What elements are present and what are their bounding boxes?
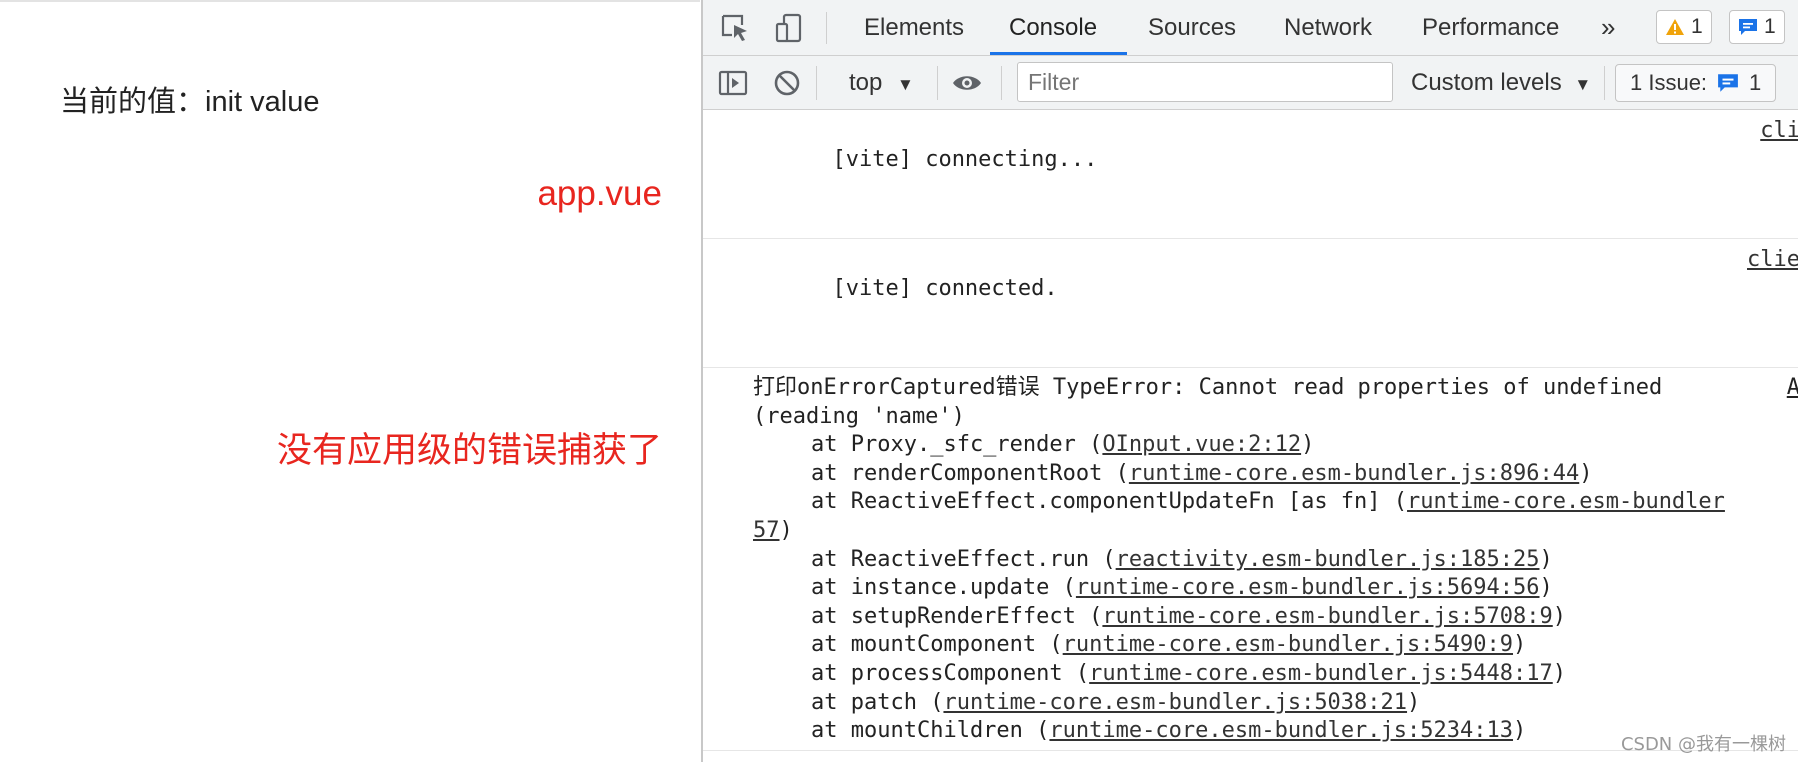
annotation-app-vue: app.vue bbox=[537, 174, 662, 213]
toolbar-divider bbox=[1604, 66, 1605, 100]
warning-icon bbox=[1666, 19, 1684, 35]
console-message-text: [vite] connected. bbox=[832, 276, 1058, 301]
context-selector[interactable]: top ▼ bbox=[849, 63, 914, 103]
stack-frame: at setupRenderEffect (runtime-core.esm-b… bbox=[811, 603, 1566, 629]
stack-frame: at ReactiveEffect.run (reactivity.esm-bu… bbox=[811, 546, 1553, 572]
log-levels-label: Custom levels bbox=[1411, 69, 1562, 96]
stack-frame: at renderComponentRoot (runtime-core.esm… bbox=[811, 460, 1593, 486]
live-expression-eye-icon[interactable] bbox=[949, 65, 985, 101]
tab-elements[interactable]: Elements bbox=[858, 0, 970, 55]
filter-input[interactable] bbox=[1017, 62, 1393, 102]
stack-frame-link[interactable]: runtime-core.esm-bundler.js:5490:9 bbox=[1063, 632, 1513, 657]
warnings-badge[interactable]: 1 bbox=[1656, 10, 1712, 44]
stack-frame-link[interactable]: runtime-core.esm-bundler.js:5708:9 bbox=[1102, 604, 1552, 629]
toolbar-divider bbox=[816, 66, 817, 100]
messages-count: 1 bbox=[1764, 15, 1776, 38]
console-message-source-link[interactable]: cli bbox=[1760, 116, 1798, 145]
error-source-link[interactable]: A bbox=[1787, 374, 1798, 403]
messages-badge[interactable]: 1 bbox=[1729, 10, 1785, 44]
annotation-no-app-handler: 没有应用级的错误捕获了 bbox=[276, 431, 662, 470]
console-error-message: A 打印onErrorCaptured错误 TypeError: Cannot … bbox=[703, 368, 1798, 751]
console-message-source-link[interactable]: clie bbox=[1747, 245, 1798, 274]
console-message: [vite] connected. clie bbox=[703, 239, 1798, 368]
clear-console-icon[interactable] bbox=[769, 65, 805, 101]
tab-network[interactable]: Network bbox=[1278, 0, 1378, 55]
issues-label: 1 Issue: bbox=[1630, 70, 1708, 95]
inspect-element-icon[interactable] bbox=[717, 10, 753, 46]
stack-frame: at instance.update (runtime-core.esm-bun… bbox=[811, 575, 1553, 601]
stack-frame-wrap: 57) bbox=[753, 517, 793, 543]
page-viewport: 当前的值：init value app.vue 没有应用级的错误捕获了 bbox=[0, 0, 700, 762]
error-message-line: 打印onErrorCaptured错误 TypeError: Cannot re… bbox=[753, 375, 1663, 400]
issues-button[interactable]: 1 Issue: 1 bbox=[1615, 64, 1777, 102]
current-value-text: 当前的值：init value bbox=[60, 86, 320, 118]
log-levels-dropdown[interactable]: Custom levels ▼ bbox=[1411, 63, 1591, 103]
error-message-line: (reading 'name') bbox=[753, 403, 965, 429]
chevron-down-icon: ▼ bbox=[1574, 75, 1592, 94]
stack-frame-link[interactable]: reactivity.esm-bundler.js:185:25 bbox=[1116, 547, 1540, 572]
stack-frame-link[interactable]: runtime-core.esm-bundler.js:896:44 bbox=[1129, 461, 1579, 486]
active-tab-indicator bbox=[990, 52, 1127, 55]
stack-frame: at mountComponent (runtime-core.esm-bund… bbox=[811, 632, 1527, 658]
toolbar-divider bbox=[937, 66, 938, 100]
stack-frame-link[interactable]: runtime-core.esm-bundler bbox=[1407, 489, 1725, 514]
issue-message-icon bbox=[1718, 74, 1738, 92]
sidebar-toggle-icon[interactable] bbox=[715, 65, 751, 101]
console-message: [vite] connecting... cli bbox=[703, 110, 1798, 239]
tab-console[interactable]: Console bbox=[1003, 0, 1103, 55]
tab-sources[interactable]: Sources bbox=[1142, 0, 1242, 55]
console-message-text: [vite] connecting... bbox=[832, 147, 1098, 172]
tab-performance[interactable]: Performance bbox=[1416, 0, 1565, 55]
stack-frame-link[interactable]: OInput.vue:2:12 bbox=[1102, 432, 1301, 457]
chevron-down-icon: ▼ bbox=[897, 75, 914, 94]
more-tabs-button[interactable]: » bbox=[1595, 0, 1621, 55]
stack-frame: at processComponent (runtime-core.esm-bu… bbox=[811, 660, 1566, 686]
console-output: [vite] connecting... cli [vite] connecte… bbox=[703, 110, 1798, 762]
device-toolbar-icon[interactable] bbox=[771, 10, 807, 46]
tabbar-divider bbox=[826, 12, 827, 44]
devtools-tabbar: Elements Console Sources Network Perform… bbox=[703, 0, 1798, 56]
message-icon bbox=[1739, 19, 1757, 35]
stack-frame: at patch (runtime-core.esm-bundler.js:50… bbox=[811, 689, 1421, 715]
stack-frame-link[interactable]: runtime-core.esm-bundler.js:5038:21 bbox=[943, 690, 1407, 715]
stack-frame: at ReactiveEffect.componentUpdateFn [as … bbox=[811, 489, 1725, 515]
watermark: CSDN @我有一棵树 bbox=[1620, 734, 1786, 755]
devtools-panel: Elements Console Sources Network Perform… bbox=[701, 0, 1798, 762]
stack-frame-link[interactable]: 57 bbox=[753, 518, 780, 543]
issues-count: 1 bbox=[1749, 70, 1762, 95]
warnings-count: 1 bbox=[1691, 15, 1703, 38]
console-toolbar: top ▼ Custom levels ▼ 1 Issue: 1 bbox=[703, 56, 1798, 110]
stack-frame: at Proxy._sfc_render (OInput.vue:2:12) bbox=[811, 432, 1315, 458]
stack-frame-link[interactable]: runtime-core.esm-bundler.js:5448:17 bbox=[1089, 661, 1553, 686]
stack-frame-link[interactable]: runtime-core.esm-bundler.js:5694:56 bbox=[1076, 575, 1540, 600]
toolbar-divider bbox=[1001, 66, 1002, 100]
stack-frame-link[interactable]: runtime-core.esm-bundler.js:5234:13 bbox=[1049, 718, 1513, 743]
context-label: top bbox=[849, 69, 883, 96]
